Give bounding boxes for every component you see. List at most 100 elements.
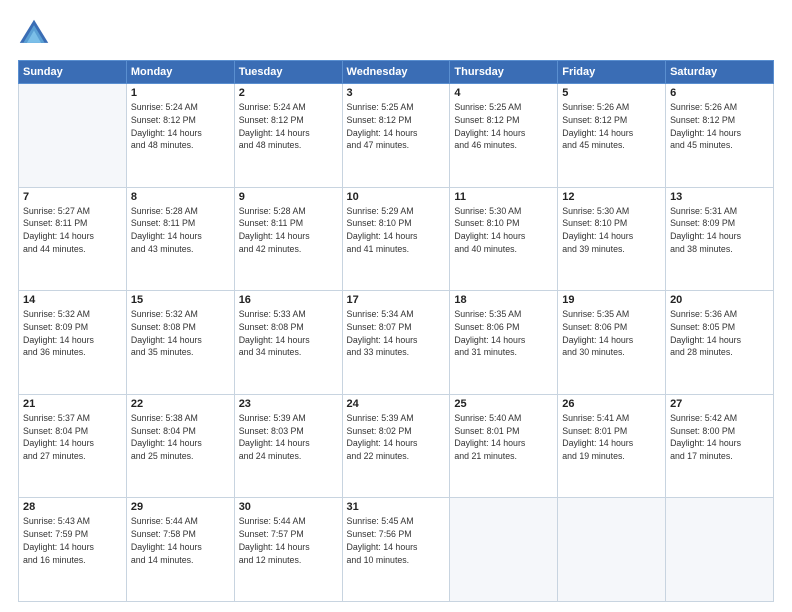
day-number: 28 — [23, 501, 122, 513]
day-info: Sunrise: 5:33 AM Sunset: 8:08 PM Dayligh… — [239, 308, 338, 359]
day-number: 2 — [239, 87, 338, 99]
day-info: Sunrise: 5:39 AM Sunset: 8:02 PM Dayligh… — [347, 412, 446, 463]
day-info: Sunrise: 5:25 AM Sunset: 8:12 PM Dayligh… — [454, 101, 553, 152]
day-number: 31 — [347, 501, 446, 513]
day-number: 24 — [347, 398, 446, 410]
day-info: Sunrise: 5:35 AM Sunset: 8:06 PM Dayligh… — [562, 308, 661, 359]
calendar-cell: 30 Sunrise: 5:44 AM Sunset: 7:57 PM Dayli… — [234, 498, 342, 602]
day-number: 25 — [454, 398, 553, 410]
day-info: Sunrise: 5:37 AM Sunset: 8:04 PM Dayligh… — [23, 412, 122, 463]
day-number: 1 — [131, 87, 230, 99]
day-number: 29 — [131, 501, 230, 513]
day-info: Sunrise: 5:28 AM Sunset: 8:11 PM Dayligh… — [239, 205, 338, 256]
calendar-cell: 15 Sunrise: 5:32 AM Sunset: 8:08 PM Dayli… — [126, 291, 234, 395]
calendar-cell: 13Sunrise: 5:31 AM Sunset: 8:09 PM Dayli… — [666, 187, 774, 291]
day-header-saturday: Saturday — [666, 61, 774, 84]
calendar-cell — [450, 498, 558, 602]
calendar-cell: 7 Sunrise: 5:27 AM Sunset: 8:11 PM Daylig… — [19, 187, 127, 291]
day-info: Sunrise: 5:45 AM Sunset: 7:56 PM Dayligh… — [347, 515, 446, 566]
day-header-monday: Monday — [126, 61, 234, 84]
day-number: 7 — [23, 191, 122, 203]
calendar-cell: 18Sunrise: 5:35 AM Sunset: 8:06 PM Dayli… — [450, 291, 558, 395]
logo-icon — [18, 18, 50, 50]
calendar-cell: 31 Sunrise: 5:45 AM Sunset: 7:56 PM Dayli… — [342, 498, 450, 602]
calendar-cell — [558, 498, 666, 602]
header-row: SundayMondayTuesdayWednesdayThursdayFrid… — [19, 61, 774, 84]
calendar-cell: 6 Sunrise: 5:26 AM Sunset: 8:12 PM Daylig… — [666, 84, 774, 188]
calendar-cell: 10Sunrise: 5:29 AM Sunset: 8:10 PM Dayli… — [342, 187, 450, 291]
day-info: Sunrise: 5:30 AM Sunset: 8:10 PM Dayligh… — [562, 205, 661, 256]
week-row-3: 14Sunrise: 5:32 AM Sunset: 8:09 PM Dayli… — [19, 291, 774, 395]
day-number: 12 — [562, 191, 661, 203]
calendar-cell: 17Sunrise: 5:34 AM Sunset: 8:07 PM Dayli… — [342, 291, 450, 395]
day-number: 8 — [131, 191, 230, 203]
day-info: Sunrise: 5:32 AM Sunset: 8:09 PM Dayligh… — [23, 308, 122, 359]
calendar-cell: 19 Sunrise: 5:35 AM Sunset: 8:06 PM Dayli… — [558, 291, 666, 395]
day-info: Sunrise: 5:30 AM Sunset: 8:10 PM Dayligh… — [454, 205, 553, 256]
day-number: 23 — [239, 398, 338, 410]
day-info: Sunrise: 5:36 AM Sunset: 8:05 PM Dayligh… — [670, 308, 769, 359]
calendar-body: 1 Sunrise: 5:24 AM Sunset: 8:12 PM Daylig… — [19, 84, 774, 602]
day-info: Sunrise: 5:25 AM Sunset: 8:12 PM Dayligh… — [347, 101, 446, 152]
logo — [18, 18, 54, 50]
day-info: Sunrise: 5:26 AM Sunset: 8:12 PM Dayligh… — [562, 101, 661, 152]
calendar-cell: 25Sunrise: 5:40 AM Sunset: 8:01 PM Dayli… — [450, 394, 558, 498]
day-number: 9 — [239, 191, 338, 203]
calendar-table: SundayMondayTuesdayWednesdayThursdayFrid… — [18, 60, 774, 602]
calendar-cell: 1 Sunrise: 5:24 AM Sunset: 8:12 PM Daylig… — [126, 84, 234, 188]
day-number: 11 — [454, 191, 553, 203]
day-number: 3 — [347, 87, 446, 99]
day-number: 4 — [454, 87, 553, 99]
day-number: 20 — [670, 294, 769, 306]
week-row-5: 28 Sunrise: 5:43 AM Sunset: 7:59 PM Dayli… — [19, 498, 774, 602]
day-info: Sunrise: 5:32 AM Sunset: 8:08 PM Dayligh… — [131, 308, 230, 359]
day-info: Sunrise: 5:34 AM Sunset: 8:07 PM Dayligh… — [347, 308, 446, 359]
day-info: Sunrise: 5:44 AM Sunset: 7:58 PM Dayligh… — [131, 515, 230, 566]
calendar-cell: 26Sunrise: 5:41 AM Sunset: 8:01 PM Dayli… — [558, 394, 666, 498]
day-number: 30 — [239, 501, 338, 513]
calendar-cell: 4 Sunrise: 5:25 AM Sunset: 8:12 PM Daylig… — [450, 84, 558, 188]
calendar-cell — [19, 84, 127, 188]
header — [18, 18, 774, 50]
calendar-cell: 16 Sunrise: 5:33 AM Sunset: 8:08 PM Dayli… — [234, 291, 342, 395]
day-info: Sunrise: 5:31 AM Sunset: 8:09 PM Dayligh… — [670, 205, 769, 256]
day-info: Sunrise: 5:39 AM Sunset: 8:03 PM Dayligh… — [239, 412, 338, 463]
calendar-cell: 8 Sunrise: 5:28 AM Sunset: 8:11 PM Daylig… — [126, 187, 234, 291]
calendar-cell: 29 Sunrise: 5:44 AM Sunset: 7:58 PM Dayli… — [126, 498, 234, 602]
day-number: 5 — [562, 87, 661, 99]
week-row-2: 7 Sunrise: 5:27 AM Sunset: 8:11 PM Daylig… — [19, 187, 774, 291]
day-number: 19 — [562, 294, 661, 306]
day-info: Sunrise: 5:44 AM Sunset: 7:57 PM Dayligh… — [239, 515, 338, 566]
day-info: Sunrise: 5:41 AM Sunset: 8:01 PM Dayligh… — [562, 412, 661, 463]
calendar-cell: 24 Sunrise: 5:39 AM Sunset: 8:02 PM Dayli… — [342, 394, 450, 498]
day-number: 15 — [131, 294, 230, 306]
day-info: Sunrise: 5:26 AM Sunset: 8:12 PM Dayligh… — [670, 101, 769, 152]
day-info: Sunrise: 5:38 AM Sunset: 8:04 PM Dayligh… — [131, 412, 230, 463]
day-number: 16 — [239, 294, 338, 306]
calendar-cell: 21 Sunrise: 5:37 AM Sunset: 8:04 PM Dayli… — [19, 394, 127, 498]
day-info: Sunrise: 5:24 AM Sunset: 8:12 PM Dayligh… — [131, 101, 230, 152]
day-number: 6 — [670, 87, 769, 99]
day-number: 10 — [347, 191, 446, 203]
day-header-thursday: Thursday — [450, 61, 558, 84]
calendar-cell: 9 Sunrise: 5:28 AM Sunset: 8:11 PM Daylig… — [234, 187, 342, 291]
page: SundayMondayTuesdayWednesdayThursdayFrid… — [0, 0, 792, 612]
day-info: Sunrise: 5:27 AM Sunset: 8:11 PM Dayligh… — [23, 205, 122, 256]
calendar-cell: 22 Sunrise: 5:38 AM Sunset: 8:04 PM Dayli… — [126, 394, 234, 498]
day-info: Sunrise: 5:28 AM Sunset: 8:11 PM Dayligh… — [131, 205, 230, 256]
calendar-cell: 28 Sunrise: 5:43 AM Sunset: 7:59 PM Dayli… — [19, 498, 127, 602]
calendar-cell: 14Sunrise: 5:32 AM Sunset: 8:09 PM Dayli… — [19, 291, 127, 395]
calendar-header: SundayMondayTuesdayWednesdayThursdayFrid… — [19, 61, 774, 84]
day-info: Sunrise: 5:24 AM Sunset: 8:12 PM Dayligh… — [239, 101, 338, 152]
day-info: Sunrise: 5:43 AM Sunset: 7:59 PM Dayligh… — [23, 515, 122, 566]
calendar-cell: 23 Sunrise: 5:39 AM Sunset: 8:03 PM Dayli… — [234, 394, 342, 498]
day-header-friday: Friday — [558, 61, 666, 84]
calendar-cell: 11 Sunrise: 5:30 AM Sunset: 8:10 PM Dayli… — [450, 187, 558, 291]
day-number: 22 — [131, 398, 230, 410]
calendar-cell: 3 Sunrise: 5:25 AM Sunset: 8:12 PM Daylig… — [342, 84, 450, 188]
day-header-sunday: Sunday — [19, 61, 127, 84]
day-header-tuesday: Tuesday — [234, 61, 342, 84]
calendar-cell: 12 Sunrise: 5:30 AM Sunset: 8:10 PM Dayli… — [558, 187, 666, 291]
calendar-cell: 5 Sunrise: 5:26 AM Sunset: 8:12 PM Daylig… — [558, 84, 666, 188]
day-number: 21 — [23, 398, 122, 410]
